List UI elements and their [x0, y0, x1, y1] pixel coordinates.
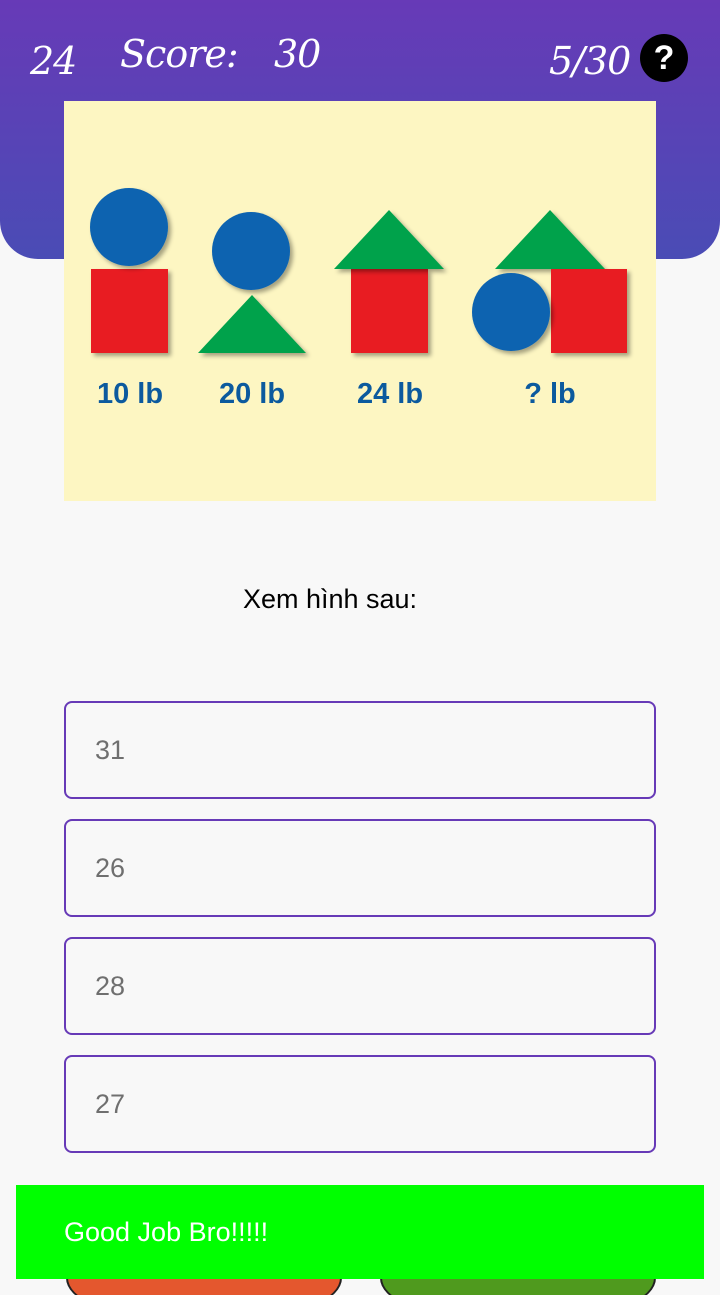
score-label: Score:	[120, 32, 239, 76]
circle-shape	[212, 212, 290, 290]
triangle-shape	[495, 210, 605, 269]
timer: 24	[30, 39, 77, 83]
help-icon[interactable]: ?	[640, 34, 688, 82]
answer-option[interactable]: 26	[64, 819, 656, 917]
answer-label: 31	[95, 734, 126, 765]
circle-shape	[90, 188, 168, 266]
triangle-shape	[334, 210, 444, 269]
puzzle-figure: 10 lb 20 lb 24 lb ? lb	[90, 188, 627, 410]
puzzle-image: 10 lb 20 lb 24 lb ? lb	[64, 101, 656, 501]
question-progress: 5/30	[549, 39, 631, 83]
square-shape	[551, 269, 627, 353]
square-shape	[351, 269, 428, 353]
answer-label: 27	[95, 1088, 126, 1119]
triangle-shape	[198, 295, 306, 353]
help-glyph: ?	[653, 38, 675, 77]
weight-label: ? lb	[524, 378, 576, 410]
weight-label: 10 lb	[97, 378, 163, 410]
answer-label: 26	[95, 852, 126, 883]
toast-text: Good Job Bro!!!!!	[64, 1216, 269, 1247]
weight-label: 20 lb	[219, 378, 285, 410]
score-value: 30	[274, 32, 321, 76]
toast-message: Good Job Bro!!!!!	[16, 1185, 704, 1279]
circle-shape	[472, 273, 550, 351]
answer-option[interactable]: 28	[64, 937, 656, 1035]
answer-option[interactable]: 27	[64, 1055, 656, 1153]
answer-label: 28	[95, 970, 126, 1001]
square-shape	[91, 269, 168, 353]
question-text: Xem hình sau:	[242, 584, 418, 614]
answer-option[interactable]: 31	[64, 701, 656, 799]
weight-label: 24 lb	[357, 378, 423, 410]
